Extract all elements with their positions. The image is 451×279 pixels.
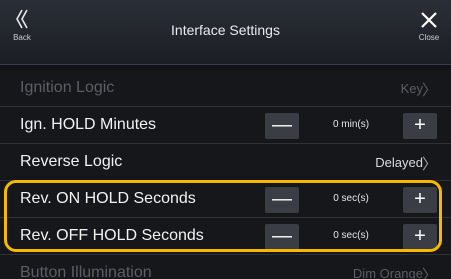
stepper-value: 0 sec(s) — [333, 193, 369, 204]
stepper-value: 0 sec(s) — [333, 230, 369, 241]
setting-row-rev-off-hold-seconds: Rev. OFF HOLD Seconds — 0 sec(s) + — [0, 218, 451, 255]
setting-value: Delayed — [375, 155, 423, 170]
setting-label: Button Illumination — [20, 264, 152, 279]
stepper-value: 0 min(s) — [332, 119, 370, 130]
hold-minutes-stepper: — 0 min(s) + — [265, 113, 437, 139]
chevron-right-icon: 〉 — [421, 267, 437, 279]
setting-row-button-illumination[interactable]: Button Illumination Dim Orange 〉 — [0, 255, 451, 279]
decrease-button[interactable]: — — [265, 187, 299, 213]
rev-on-hold-stepper: — 0 sec(s) + — [265, 187, 437, 213]
increase-button[interactable]: + — [403, 224, 437, 250]
close-label: Close — [418, 33, 440, 42]
setting-row-ign-hold-minutes: Ign. HOLD Minutes — 0 min(s) + — [0, 107, 451, 144]
rev-off-hold-stepper: — 0 sec(s) + — [265, 224, 437, 250]
setting-label: Rev. ON HOLD Seconds — [20, 190, 196, 207]
setting-row-ignition-logic[interactable]: Ignition Logic Key 〉 — [0, 70, 451, 107]
setting-row-rev-on-hold-seconds: Rev. ON HOLD Seconds — 0 sec(s) + — [0, 181, 451, 218]
settings-screen: Back Interface Settings Close Ignition L… — [0, 0, 451, 279]
header-bar: Back Interface Settings Close — [0, 0, 451, 65]
increase-button[interactable]: + — [403, 113, 437, 139]
setting-label: Rev. OFF HOLD Seconds — [20, 227, 204, 244]
chevron-right-icon: 〉 — [421, 82, 437, 99]
setting-label: Ign. HOLD Minutes — [20, 116, 157, 133]
decrease-button[interactable]: — — [265, 224, 299, 250]
setting-label: Ignition Logic — [20, 79, 115, 96]
close-icon — [421, 12, 437, 28]
setting-value: Dim Orange — [352, 266, 423, 279]
page-title: Interface Settings — [171, 22, 280, 38]
close-button[interactable]: Close — [409, 0, 449, 64]
decrease-button[interactable]: — — [265, 113, 299, 139]
increase-button[interactable]: + — [403, 187, 437, 213]
chevron-right-icon: 〉 — [421, 156, 437, 173]
setting-value: Key — [400, 81, 423, 96]
setting-row-reverse-logic[interactable]: Reverse Logic Delayed 〉 — [0, 144, 451, 181]
setting-label: Reverse Logic — [20, 153, 123, 170]
